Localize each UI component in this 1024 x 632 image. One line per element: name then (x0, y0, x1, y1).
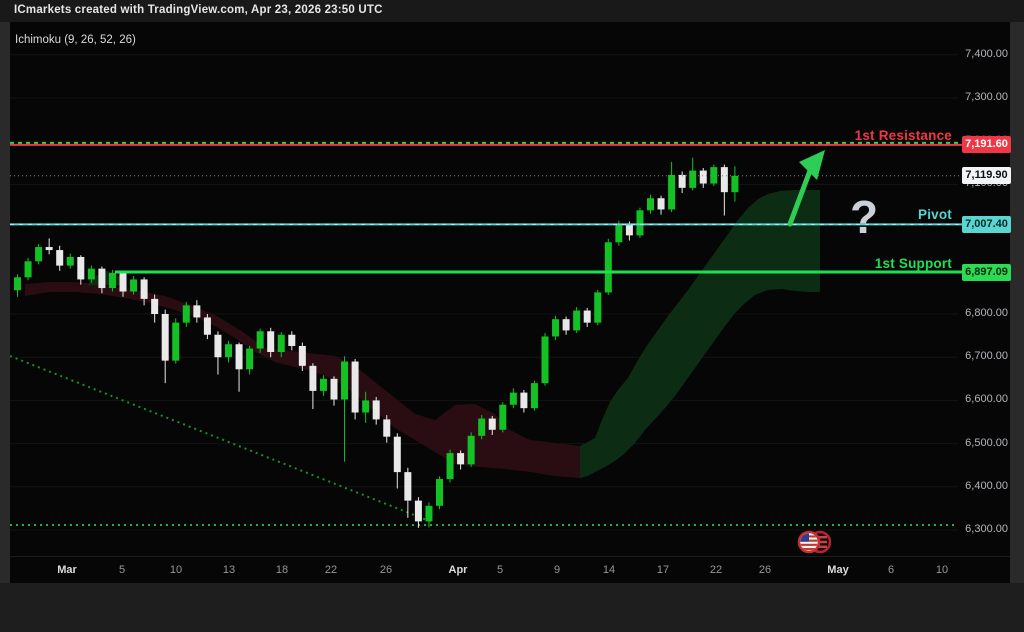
price-tick-label: 6,400.00 (965, 480, 1008, 492)
time-axis[interactable]: Mar 5 10 13 18 22 26 Apr 5 9 14 17 22 26 May 6 10 (10, 556, 1010, 584)
time-tick-label: Apr (449, 564, 468, 576)
price-tick-label: 6,700.00 (965, 350, 1008, 362)
chart-canvas[interactable] (10, 22, 1010, 583)
time-tick-label: 5 (119, 564, 125, 576)
level-label-first-resistance: 1st Resistance (855, 128, 952, 143)
price-tag-first-support: 6,897.09 (962, 264, 1011, 281)
economic-event-flag-icon[interactable] (796, 528, 834, 556)
price-tick-label: 6,500.00 (965, 437, 1008, 449)
time-tick-label: 10 (170, 564, 182, 576)
question-mark-annotation[interactable]: ? (850, 190, 878, 244)
price-tick-label: 6,800.00 (965, 307, 1008, 319)
time-tick-label: 22 (325, 564, 337, 576)
time-tick-label: May (827, 564, 848, 576)
chart-pane[interactable]: Ichimoku (9, 26, 52, 26) Mar 5 10 13 18 22 26 A… (10, 22, 1010, 583)
level-label-pivot: Pivot (918, 207, 952, 222)
time-tick-label: 18 (276, 564, 288, 576)
time-tick-label: 6 (888, 564, 894, 576)
watermark-title: ICmarkets created with TradingView.com, … (14, 4, 383, 16)
time-tick-label: 17 (657, 564, 669, 576)
tradingview-chart-window: ICmarkets created with TradingView.com, … (0, 0, 1024, 632)
header-bar: ICmarkets created with TradingView.com, … (0, 0, 1024, 22)
time-tick-label: 5 (497, 564, 503, 576)
time-tick-label: 13 (223, 564, 235, 576)
price-tick-label: 6,300.00 (965, 523, 1008, 535)
time-tick-label: 9 (554, 564, 560, 576)
candles-layer (14, 158, 738, 528)
indicator-label[interactable]: Ichimoku (9, 26, 52, 26) (15, 34, 136, 46)
time-tick-label: 22 (710, 564, 722, 576)
price-tag-last-price: 7,119.90 (962, 167, 1011, 184)
price-tick-label: 7,400.00 (965, 48, 1008, 60)
time-tick-label: 10 (936, 564, 948, 576)
time-tick-label: 26 (759, 564, 771, 576)
price-tag-pivot: 7,007.40 (962, 216, 1011, 233)
level-label-first-support: 1st Support (875, 256, 952, 271)
footer-bar: TradingView (0, 583, 1024, 632)
ichimoku-cloud (25, 190, 820, 478)
price-tick-label: 6,600.00 (965, 393, 1008, 405)
time-tick-label: 14 (603, 564, 615, 576)
price-tick-label: 7,300.00 (965, 91, 1008, 103)
time-tick-label: 26 (380, 564, 392, 576)
price-tag-first-resistance: 7,191.60 (962, 136, 1011, 153)
time-tick-label: Mar (57, 564, 77, 576)
